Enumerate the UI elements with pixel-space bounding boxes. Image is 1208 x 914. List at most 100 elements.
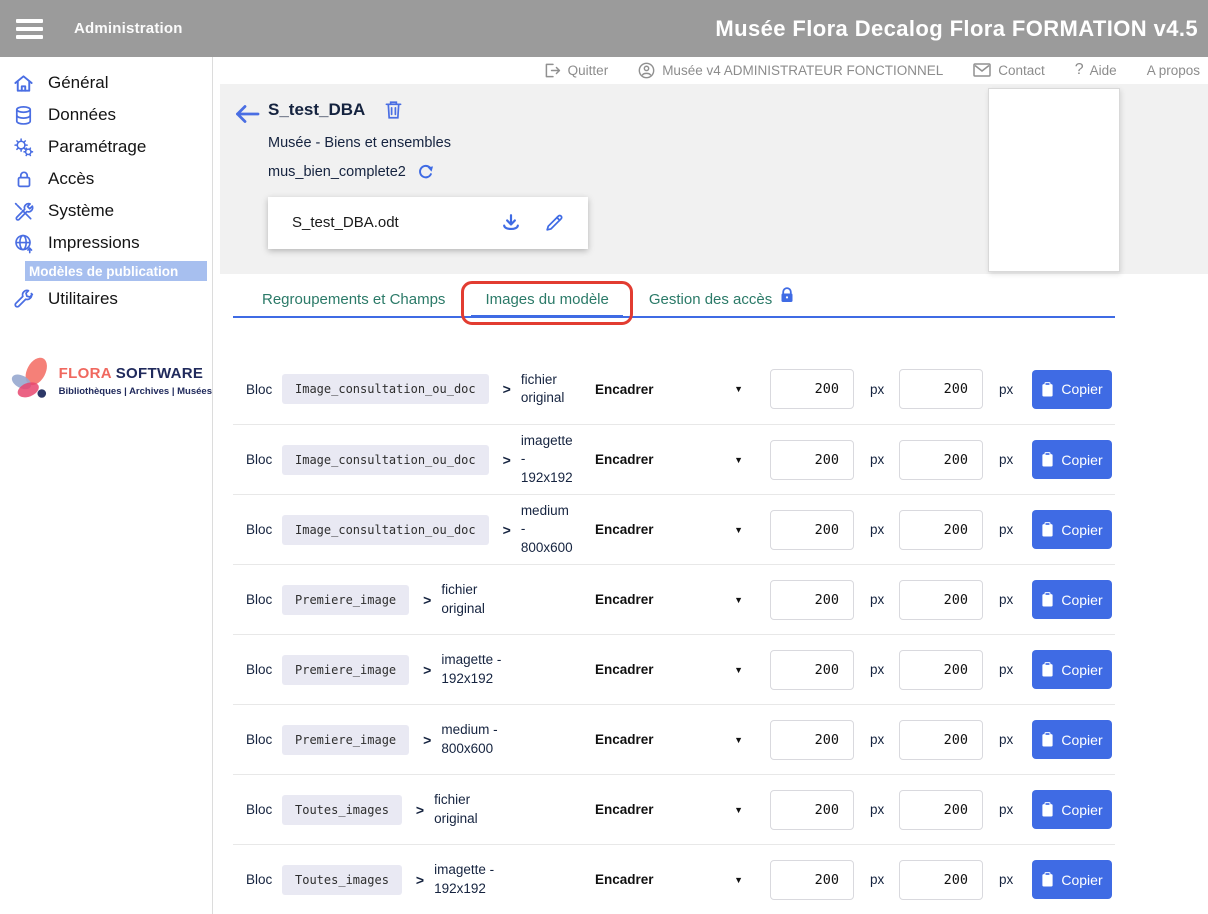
variant-label: imagette - 192x192 bbox=[434, 861, 595, 897]
download-icon bbox=[500, 213, 522, 233]
copy-button[interactable]: Copier bbox=[1032, 440, 1112, 479]
delete-button[interactable] bbox=[385, 100, 402, 119]
fit-select[interactable]: Encadrer ▼ bbox=[595, 802, 743, 817]
width-input[interactable] bbox=[770, 369, 854, 409]
width-input[interactable] bbox=[770, 510, 854, 550]
fit-select-value: Encadrer bbox=[595, 592, 654, 607]
quit-link[interactable]: Quitter bbox=[544, 63, 609, 78]
copy-button[interactable]: Copier bbox=[1032, 370, 1112, 409]
refresh-button[interactable] bbox=[416, 163, 435, 181]
chevron-down-icon: ▼ bbox=[734, 875, 743, 885]
hamburger-menu-icon[interactable] bbox=[16, 15, 43, 43]
px-label: px bbox=[870, 662, 888, 677]
height-input[interactable] bbox=[899, 440, 983, 480]
clipboard-icon bbox=[1041, 452, 1054, 467]
fit-select-value: Encadrer bbox=[595, 662, 654, 677]
width-input[interactable] bbox=[770, 440, 854, 480]
brand-tagline: Bibliothèques | Archives | Musées bbox=[59, 386, 212, 397]
clipboard-icon bbox=[1041, 522, 1054, 537]
copy-button[interactable]: Copier bbox=[1032, 510, 1112, 549]
user-account[interactable]: Musée v4 ADMINISTRATEUR FONCTIONNEL bbox=[638, 62, 943, 79]
clipboard-icon bbox=[1041, 872, 1054, 887]
fit-select[interactable]: Encadrer ▼ bbox=[595, 452, 743, 467]
height-input[interactable] bbox=[899, 790, 983, 830]
globe-icon bbox=[10, 231, 37, 255]
copy-button[interactable]: Copier bbox=[1032, 860, 1112, 899]
table-row: Bloc Premiere_image > medium - 800x600 E… bbox=[233, 704, 1115, 774]
copy-button[interactable]: Copier bbox=[1032, 650, 1112, 689]
bloc-chip: Premiere_image bbox=[282, 585, 409, 615]
download-button[interactable] bbox=[500, 213, 522, 233]
help-label: Aide bbox=[1090, 63, 1117, 78]
fit-select[interactable]: Encadrer ▼ bbox=[595, 732, 743, 747]
height-input[interactable] bbox=[899, 580, 983, 620]
fit-select[interactable]: Encadrer ▼ bbox=[595, 382, 743, 397]
copy-button-label: Copier bbox=[1061, 732, 1102, 748]
height-input[interactable] bbox=[899, 510, 983, 550]
height-input[interactable] bbox=[899, 650, 983, 690]
tab-images-du-modele[interactable]: Images du modèle bbox=[469, 284, 624, 316]
edit-button[interactable] bbox=[544, 213, 564, 233]
copy-button[interactable]: Copier bbox=[1032, 790, 1112, 829]
fit-select-value: Encadrer bbox=[595, 452, 654, 467]
chevron-right-icon: > bbox=[503, 522, 511, 538]
fit-select-value: Encadrer bbox=[595, 522, 654, 537]
question-mark-icon: ? bbox=[1075, 61, 1084, 79]
bloc-label: Bloc bbox=[246, 592, 276, 607]
model-code: mus_bien_complete2 bbox=[268, 164, 406, 180]
px-label: px bbox=[999, 522, 1017, 537]
sidebar-label: Système bbox=[48, 201, 114, 221]
fit-select[interactable]: Encadrer ▼ bbox=[595, 522, 743, 537]
sidebar-label: Données bbox=[48, 105, 116, 125]
lock-icon bbox=[780, 287, 794, 307]
width-input[interactable] bbox=[770, 650, 854, 690]
chevron-down-icon: ▼ bbox=[734, 525, 743, 535]
template-filename: S_test_DBA.odt bbox=[292, 214, 500, 231]
chevron-right-icon: > bbox=[423, 662, 431, 678]
sidebar-item-systeme[interactable]: Système bbox=[0, 195, 212, 227]
chevron-right-icon: > bbox=[416, 872, 424, 888]
copy-button-label: Copier bbox=[1061, 802, 1102, 818]
table-row: Bloc Toutes_images > fichier original En… bbox=[233, 774, 1115, 844]
back-button[interactable] bbox=[220, 100, 268, 274]
back-arrow-icon bbox=[233, 102, 261, 126]
width-input[interactable] bbox=[770, 720, 854, 760]
fit-select[interactable]: Encadrer ▼ bbox=[595, 872, 743, 887]
quit-label: Quitter bbox=[568, 63, 609, 78]
flora-software-logo: FLORA SOFTWARE Bibliothèques | Archives … bbox=[0, 339, 212, 421]
tab-regroupements-et-champs[interactable]: Regroupements et Champs bbox=[246, 284, 461, 316]
height-input[interactable] bbox=[899, 369, 983, 409]
px-label: px bbox=[870, 802, 888, 817]
copy-button[interactable]: Copier bbox=[1032, 720, 1112, 759]
px-label: px bbox=[999, 452, 1017, 467]
width-input[interactable] bbox=[770, 860, 854, 900]
sidebar-label: Impressions bbox=[48, 233, 140, 253]
fit-select[interactable]: Encadrer ▼ bbox=[595, 592, 743, 607]
administration-screen: Administration Musée Flora Decalog Flora… bbox=[0, 0, 1208, 914]
sidebar-subitem-modeles-publication[interactable]: Modèles de publication bbox=[25, 261, 207, 281]
tab-label: Images du modèle bbox=[485, 291, 608, 308]
sidebar-item-acces[interactable]: Accès bbox=[0, 163, 212, 195]
copy-button[interactable]: Copier bbox=[1032, 580, 1112, 619]
sidebar-item-utilitaires[interactable]: Utilitaires bbox=[0, 283, 212, 315]
contact-link[interactable]: Contact bbox=[973, 63, 1045, 78]
logout-icon bbox=[544, 63, 561, 78]
help-link[interactable]: ? Aide bbox=[1075, 61, 1117, 79]
width-input[interactable] bbox=[770, 580, 854, 620]
table-row: Bloc Image_consultation_ou_doc > imagett… bbox=[233, 424, 1115, 494]
height-input[interactable] bbox=[899, 720, 983, 760]
sidebar-item-impressions[interactable]: Impressions bbox=[0, 227, 212, 259]
sidebar-item-parametrage[interactable]: Paramétrage bbox=[0, 131, 212, 163]
sidebar-item-general[interactable]: Général bbox=[0, 67, 212, 99]
lock-icon bbox=[10, 167, 37, 191]
tab-gestion-des-acces[interactable]: Gestion des accès bbox=[633, 284, 810, 316]
chevron-right-icon: > bbox=[503, 452, 511, 468]
fit-select[interactable]: Encadrer ▼ bbox=[595, 662, 743, 677]
sidebar-item-donnees[interactable]: Données bbox=[0, 99, 212, 131]
width-input[interactable] bbox=[770, 790, 854, 830]
chevron-down-icon: ▼ bbox=[734, 805, 743, 815]
gears-icon bbox=[10, 135, 37, 159]
fit-select-value: Encadrer bbox=[595, 732, 654, 747]
height-input[interactable] bbox=[899, 860, 983, 900]
about-link[interactable]: A propos bbox=[1147, 63, 1200, 78]
